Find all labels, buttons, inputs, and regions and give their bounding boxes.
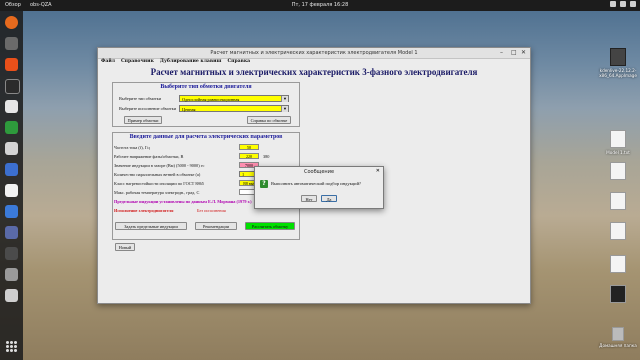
desktop-item[interactable] [598,222,638,242]
app-grid-icon[interactable] [6,341,17,352]
frequency-label: Частота тока (f), Гц [114,145,150,150]
winding-help-button[interactable]: Справка по обмотке [247,116,291,124]
chrome-icon[interactable] [5,205,18,218]
power-icon [630,1,636,7]
monitor-icon[interactable] [5,247,18,260]
menu-reference[interactable]: Справочник [121,59,154,64]
desktop-item[interactable] [598,192,638,212]
dialog-message: Выполнить автоматический подбор индукций… [271,181,361,186]
network-icon [610,1,616,7]
window-title: Расчет магнитных и электрических характе… [210,50,418,56]
new-button[interactable]: Новый [115,243,135,251]
desktop-item[interactable] [598,285,638,305]
window-titlebar[interactable]: Расчет магнитных и электрических характе… [98,48,530,59]
desktop-item[interactable] [598,255,638,275]
usb-icon[interactable] [5,289,18,302]
maximize-icon[interactable]: □ [511,49,517,57]
desktop-item[interactable]: Домашняя папка [598,327,638,348]
winding-group: Выберите тип обмотки двигателя Выберите … [112,82,300,127]
induction-label: Значение индукции в зазоре (Вм) (5000 - … [114,163,205,168]
winding-exec-label: Выберите исполнение обмотки [119,106,176,111]
voltage-extra: 380 [263,154,270,159]
no-button[interactable]: Нет [301,195,317,202]
voltage-input[interactable]: 220 [239,153,259,159]
recommendations-button[interactable]: Рекомендации [195,222,237,230]
dialog-title: Сообщение [303,169,335,175]
vmware-icon[interactable] [5,226,18,239]
winding-example-button[interactable]: Пример обмотки [124,116,162,124]
frequency-input[interactable]: 50 [239,144,259,150]
menu-help[interactable]: Справка [227,59,250,64]
image-file-icon [610,162,626,180]
winding-type-label: Выберите тип обмотки [119,96,162,101]
message-dialog: Сообщение ✕ ? Выполнить автоматический п… [254,166,384,209]
spreadsheet-icon[interactable] [5,121,18,134]
calculate-button[interactable]: Рассчитать обмотку [245,222,295,230]
close-icon[interactable]: ✕ [376,168,380,174]
image-file-icon [610,255,626,273]
image-file-icon [610,192,626,210]
menu-bar: Файл Справочник Дублирование клавиш Спра… [101,59,250,64]
exec-text-value: Без исполнения [197,208,226,213]
chevron-down-icon: ▼ [281,96,288,102]
menu-file[interactable]: Файл [101,59,115,64]
chevron-down-icon: ▼ [281,106,288,112]
dock [0,11,23,360]
limit-text: Предельные индукции установлены по данны… [114,199,252,204]
terminal-icon[interactable] [5,79,20,94]
exec-text-label: Исполнение электродвигателя [114,208,174,213]
winding-type-select[interactable]: Однослойная равносекционная ▼ [179,95,289,102]
image-file-icon [610,285,626,303]
insulation-label: Класс нагревостойкости изоляции по ГОСТ … [114,181,204,186]
package-icon[interactable] [5,268,18,281]
text-file-icon [610,130,626,148]
desktop-item[interactable]: Model 1.txt [598,130,638,155]
set-induction-button[interactable]: Задать предельные индукции [115,222,187,230]
image-file-icon [610,222,626,240]
text-editor-icon[interactable] [5,184,18,197]
menu-duplicate-keys[interactable]: Дублирование клавиш [160,59,222,64]
volume-icon [620,1,626,7]
close-icon[interactable]: ✕ [521,49,526,57]
question-icon: ? [260,180,268,188]
docs-icon[interactable] [5,100,18,113]
presentation-icon[interactable] [5,142,18,155]
clock[interactable]: Пт, 17 февраля 16:28 [0,2,640,8]
package-icon [610,48,626,66]
firefox-icon[interactable] [5,16,18,29]
temperature-label: Макс. рабочая температура электродв., гр… [114,190,200,195]
software-icon[interactable] [5,58,18,71]
params-group-title: Введите данные для расчета электрических… [129,134,283,140]
winding-exec-select[interactable]: Цепная ▼ [179,105,289,112]
system-tray[interactable] [610,1,636,7]
files-icon[interactable] [5,37,18,50]
winding-group-title: Выберите тип обмотки двигателя [160,84,252,90]
minimize-icon[interactable]: – [500,49,503,57]
settings-icon[interactable] [5,163,18,176]
top-bar: Обзор obs-QZA Пт, 17 февраля 16:28 [0,0,640,11]
voltage-label: Рабочее напряжение фазы/обмотки, В [114,154,184,159]
page-title: Расчет магнитных и электрических характе… [150,67,478,77]
branches-label: Количество параллельных ветвей в обмотке… [114,172,201,177]
yes-button[interactable]: Да [321,195,337,202]
desktop-item[interactable] [598,162,638,182]
desktop-item[interactable]: kdenlive-22.12.2-x86_64.AppImage [598,48,638,78]
trash-icon [612,327,624,341]
